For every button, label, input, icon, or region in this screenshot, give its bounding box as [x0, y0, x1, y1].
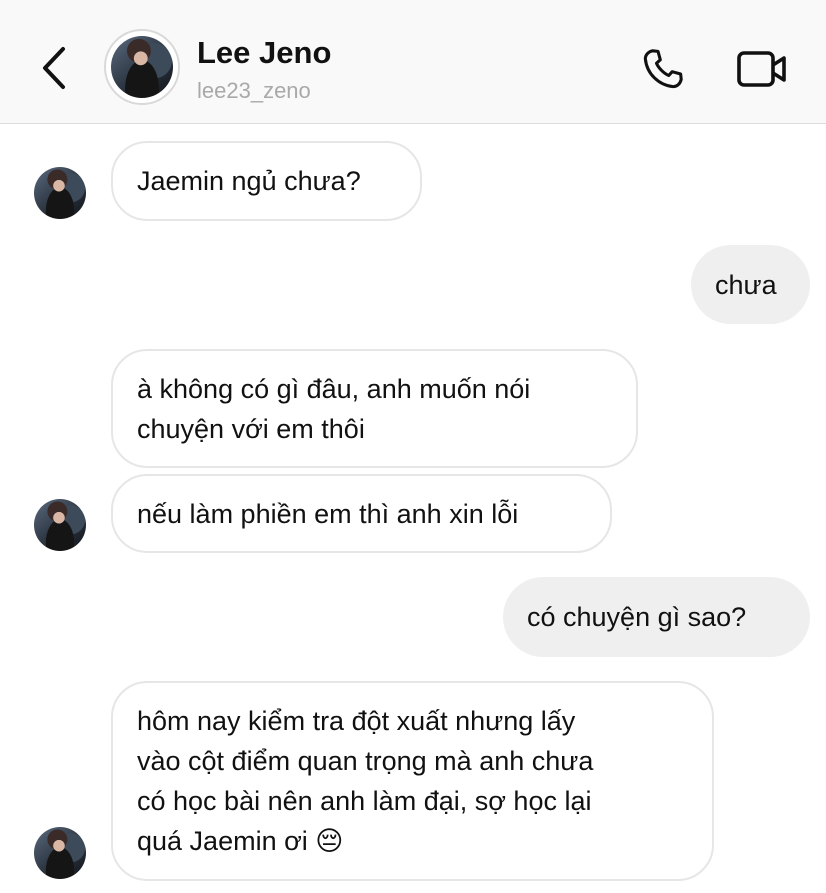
- message-text: quá Jaemin ơi 😔: [137, 826, 344, 856]
- message-text: có học bài nên anh làm đại, sợ học lại: [137, 786, 592, 816]
- incoming-message[interactable]: hôm nay kiểm tra đột xuất nhưng lấy vào …: [111, 681, 714, 881]
- message-text: Jaemin ngủ chưa?: [137, 166, 361, 196]
- message-text: có chuyện gì sao?: [527, 602, 747, 632]
- contact-name[interactable]: Lee Jeno: [197, 35, 331, 71]
- incoming-message[interactable]: nếu làm phiền em thì anh xin lỗi: [111, 474, 612, 553]
- sender-avatar[interactable]: [34, 499, 86, 551]
- message-text: vào cột điểm quan trọng mà anh chưa: [137, 746, 594, 776]
- avatar-image: [111, 36, 173, 98]
- outgoing-message[interactable]: có chuyện gì sao?: [503, 577, 810, 657]
- back-button[interactable]: [34, 42, 74, 94]
- contact-handle: lee23_zeno: [197, 78, 311, 103]
- incoming-message[interactable]: à không có gì đâu, anh muốn nói chuyện v…: [111, 349, 638, 468]
- incoming-message[interactable]: Jaemin ngủ chưa?: [111, 141, 422, 221]
- sender-avatar[interactable]: [34, 827, 86, 879]
- video-camera-icon: [737, 51, 786, 87]
- message-text: chuyện với em thôi: [137, 414, 365, 444]
- message-text: nếu làm phiền em thì anh xin lỗi: [137, 499, 519, 529]
- sender-avatar[interactable]: [34, 167, 86, 219]
- contact-avatar[interactable]: [104, 29, 180, 105]
- chat-header: Lee Jeno lee23_zeno: [0, 0, 826, 124]
- video-call-button[interactable]: [733, 44, 791, 94]
- chevron-left-icon: [43, 47, 65, 89]
- message-text: à không có gì đâu, anh muốn nói: [137, 374, 531, 404]
- voice-call-button[interactable]: [638, 44, 688, 94]
- message-text: hôm nay kiểm tra đột xuất nhưng lấy: [137, 706, 576, 736]
- phone-icon: [643, 49, 683, 89]
- message-text: chưa: [715, 270, 777, 300]
- outgoing-message[interactable]: chưa: [691, 245, 810, 324]
